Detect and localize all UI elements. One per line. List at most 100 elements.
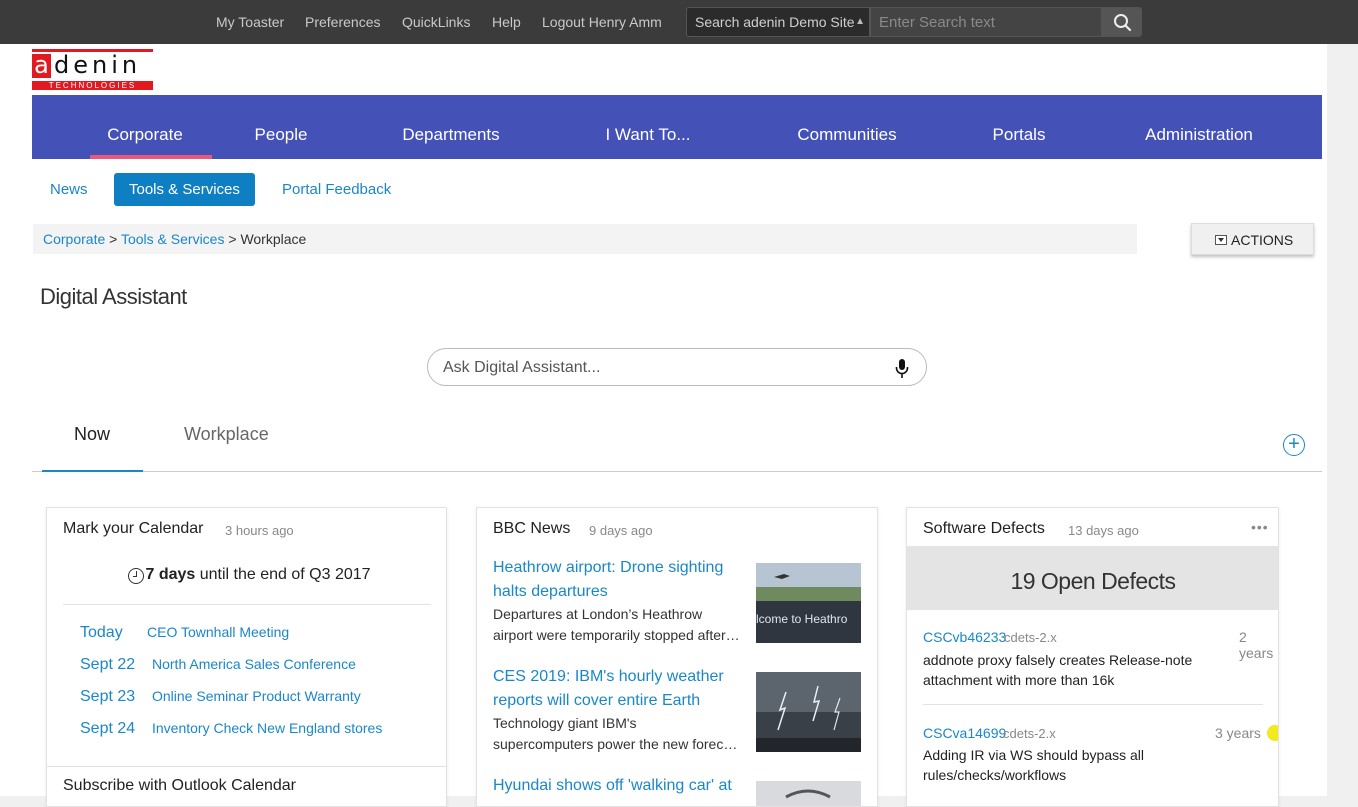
breadcrumb-current: Workplace (240, 231, 307, 247)
defect-description: Adding IR via WS should bypass all rules… (923, 745, 1253, 785)
news-card: BBC News 9 days ago Heathrow airport: Dr… (476, 507, 878, 807)
open-defects-banner: 19 Open Defects (907, 546, 1278, 610)
news-summary-line: Technology giant IBM's (493, 715, 637, 731)
news-thumbnail[interactable] (756, 781, 861, 806)
logo-wordmark: denin (54, 51, 142, 79)
countdown-days: 7 days (145, 566, 196, 583)
event-date[interactable]: Sept 24 (80, 720, 135, 738)
event-date[interactable]: Today (80, 624, 123, 642)
card-age: 3 hours ago (225, 523, 294, 538)
event-date[interactable]: Sept 22 (80, 656, 135, 674)
logo-letter: a (32, 53, 51, 78)
microphone-icon[interactable] (894, 358, 910, 380)
add-tab-icon[interactable]: + (1283, 434, 1305, 456)
nav-communities[interactable]: Communities (777, 95, 917, 159)
search-scope-select[interactable]: Search adenin Demo Site ▲▼ (686, 7, 870, 55)
breadcrumb-separator: > (228, 231, 237, 247)
divider (47, 766, 446, 767)
nav-people[interactable]: People (232, 95, 330, 159)
adenin-logo[interactable]: a denin TECHNOLOGIES (32, 49, 153, 90)
nav-portals[interactable]: Portals (974, 95, 1064, 159)
car-image (756, 781, 861, 806)
news-headline-line: Hyundai shows off 'walking car' at (493, 777, 732, 794)
news-headline-line: CES 2019: IBM's hourly weather (493, 668, 724, 685)
news-thumbnail[interactable] (756, 672, 861, 752)
subscribe-outlook-link[interactable]: Subscribe with Outlook Calendar (63, 777, 296, 795)
card-age: 13 days ago (1068, 523, 1139, 538)
news-summary-line: supercomputers power the new forec… (493, 736, 738, 752)
search-icon (1114, 14, 1132, 32)
dropdown-icon (1215, 235, 1227, 245)
search-input[interactable] (870, 7, 1102, 37)
defect-description-line: addnote proxy falsely creates Release-no… (923, 652, 1193, 668)
thumb-text: lcome to Heathro (756, 612, 848, 626)
quicklinks-link[interactable]: QuickLinks (402, 14, 470, 30)
event-link[interactable]: CEO Townhall Meeting (147, 624, 289, 640)
heathrow-image: lcome to Heathro (756, 563, 861, 643)
breadcrumb-corporate[interactable]: Corporate (43, 231, 105, 247)
search-button[interactable] (1102, 7, 1142, 37)
event-link[interactable]: North America Sales Conference (152, 656, 356, 672)
news-headline[interactable]: Hyundai shows off 'walking car' at (493, 774, 741, 798)
card-title: BBC News (493, 520, 571, 537)
logo-subtitle: TECHNOLOGIES (32, 81, 153, 90)
divider (923, 704, 1263, 705)
tab-now[interactable]: Now (74, 424, 110, 445)
divider (63, 604, 431, 605)
event-date[interactable]: Sept 23 (80, 688, 135, 706)
storm-image (756, 672, 861, 752)
main-nav: Corporate People Departments I Want To..… (32, 95, 1322, 159)
defect-description-line: attachment with more than 16k (923, 672, 1115, 688)
logout-link[interactable]: Logout Henry Amm (542, 14, 662, 30)
news-headline[interactable]: Heathrow airport: Drone sighting halts d… (493, 556, 741, 604)
nav-i-want-to[interactable]: I Want To... (587, 95, 709, 159)
breadcrumb-separator: > (109, 231, 118, 247)
help-link[interactable]: Help (492, 14, 521, 30)
nav-departments[interactable]: Departments (382, 95, 520, 159)
more-icon[interactable]: ••• (1251, 519, 1269, 535)
actions-label: ACTIONS (1231, 232, 1294, 248)
news-summary: Departures at London’s Heathrow airport … (493, 604, 745, 646)
my-toaster-link[interactable]: My Toaster (216, 14, 284, 30)
news-headline-line: halts departures (493, 583, 608, 600)
news-headline-line: reports will cover entire Earth (493, 692, 701, 709)
subnav-portal-feedback[interactable]: Portal Feedback (267, 173, 406, 206)
calendar-card: Mark your Calendar 3 hours ago 7 days un… (46, 507, 447, 807)
preferences-link[interactable]: Preferences (305, 14, 380, 30)
news-summary-line: Departures at London’s Heathrow (493, 606, 703, 622)
defect-age: 3 years (1215, 725, 1261, 741)
defect-description-line: Adding IR via WS should bypass all (923, 747, 1144, 763)
defect-tag: cdets-2.x (1004, 630, 1057, 645)
page-title: Digital Assistant (40, 284, 187, 309)
event-link[interactable]: Inventory Check New England stores (152, 720, 382, 736)
tab-active-indicator (42, 470, 143, 472)
defect-id-link[interactable]: CSCvb46233 (923, 629, 1006, 645)
breadcrumb: Corporate > Tools & Services > Workplace (33, 224, 1137, 254)
event-link[interactable]: Online Seminar Product Warranty (152, 688, 361, 704)
actions-button[interactable]: ACTIONS (1191, 223, 1314, 255)
nav-administration[interactable]: Administration (1127, 95, 1271, 159)
defects-card: Software Defects 13 days ago ••• ✕ 19 Op… (906, 507, 1279, 807)
news-headline-line: Heathrow airport: Drone sighting (493, 559, 724, 576)
search-scope-label: Search adenin Demo Site (695, 14, 855, 30)
defect-tag: cdets-2.x (1003, 726, 1056, 741)
defect-description-line: rules/checks/workflows (923, 767, 1067, 783)
card-age: 9 days ago (589, 523, 653, 538)
assistant-input[interactable] (443, 357, 883, 379)
countdown: 7 days until the end of Q3 2017 (47, 566, 446, 584)
news-thumbnail[interactable]: lcome to Heathro (756, 563, 861, 643)
breadcrumb-tools-services[interactable]: Tools & Services (121, 231, 224, 247)
status-dot-icon (1267, 725, 1278, 741)
news-summary: Technology giant IBM's supercomputers po… (493, 713, 745, 755)
assistant-box (427, 348, 927, 386)
tab-divider (32, 471, 1322, 472)
tab-workplace[interactable]: Workplace (184, 424, 269, 445)
news-headline[interactable]: CES 2019: IBM's hourly weather reports w… (493, 665, 741, 713)
news-summary-line: airport were temporarily stopped after… (493, 627, 740, 643)
subnav-news[interactable]: News (35, 173, 103, 206)
page: a denin TECHNOLOGIES Corporate People De… (0, 44, 1327, 807)
countdown-text: until the end of Q3 2017 (199, 566, 371, 583)
defect-id-link[interactable]: CSCva14699 (923, 725, 1006, 741)
subnav-tools-services[interactable]: Tools & Services (114, 173, 255, 206)
nav-corporate[interactable]: Corporate (78, 95, 212, 159)
